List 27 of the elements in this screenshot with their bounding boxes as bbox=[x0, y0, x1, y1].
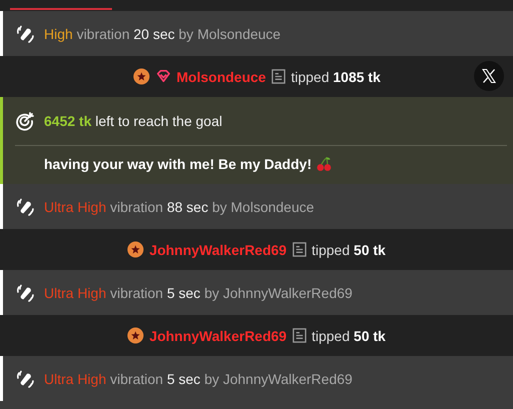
diamond-badge-icon bbox=[154, 68, 172, 85]
vibration-icon bbox=[15, 368, 35, 388]
vibration-message: Ultra High vibration 5 sec by JohnnyWalkerRed69 bbox=[44, 370, 352, 386]
tip-message: tipped 1085 tk bbox=[290, 68, 380, 84]
star-badge-icon bbox=[132, 68, 150, 85]
username-link[interactable]: Molsondeuce bbox=[176, 68, 266, 84]
tip-message: tipped 50 tk bbox=[312, 328, 386, 344]
star-badge-icon bbox=[127, 241, 144, 258]
target-icon bbox=[15, 111, 35, 131]
note-icon bbox=[292, 328, 307, 343]
goal-message: having your way with me! Be my Daddy! bbox=[44, 156, 312, 172]
tip-message: tipped 50 tk bbox=[312, 242, 386, 258]
goal-status: 6452 tk left to reach the goal bbox=[44, 113, 222, 129]
vibration-message: Ultra High vibration 5 sec by JohnnyWalkerRed69 bbox=[44, 284, 352, 300]
share-button[interactable] bbox=[474, 61, 504, 91]
star-badge-icon bbox=[127, 327, 144, 344]
note-icon bbox=[270, 69, 286, 84]
vibration-icon bbox=[15, 24, 35, 44]
cherry-icon bbox=[316, 156, 332, 172]
vibration-icon bbox=[15, 282, 35, 302]
username-link[interactable]: JohnnyWalkerRed69 bbox=[149, 328, 287, 344]
vibration-message: High vibration 20 sec by Molsondeuce bbox=[44, 26, 281, 42]
username-link[interactable]: JohnnyWalkerRed69 bbox=[149, 242, 287, 258]
vibration-icon bbox=[15, 196, 35, 216]
x-logo-icon bbox=[481, 68, 497, 84]
vibration-message: Ultra High vibration 88 sec by Molsondeuce bbox=[44, 198, 314, 214]
note-icon bbox=[292, 242, 307, 257]
